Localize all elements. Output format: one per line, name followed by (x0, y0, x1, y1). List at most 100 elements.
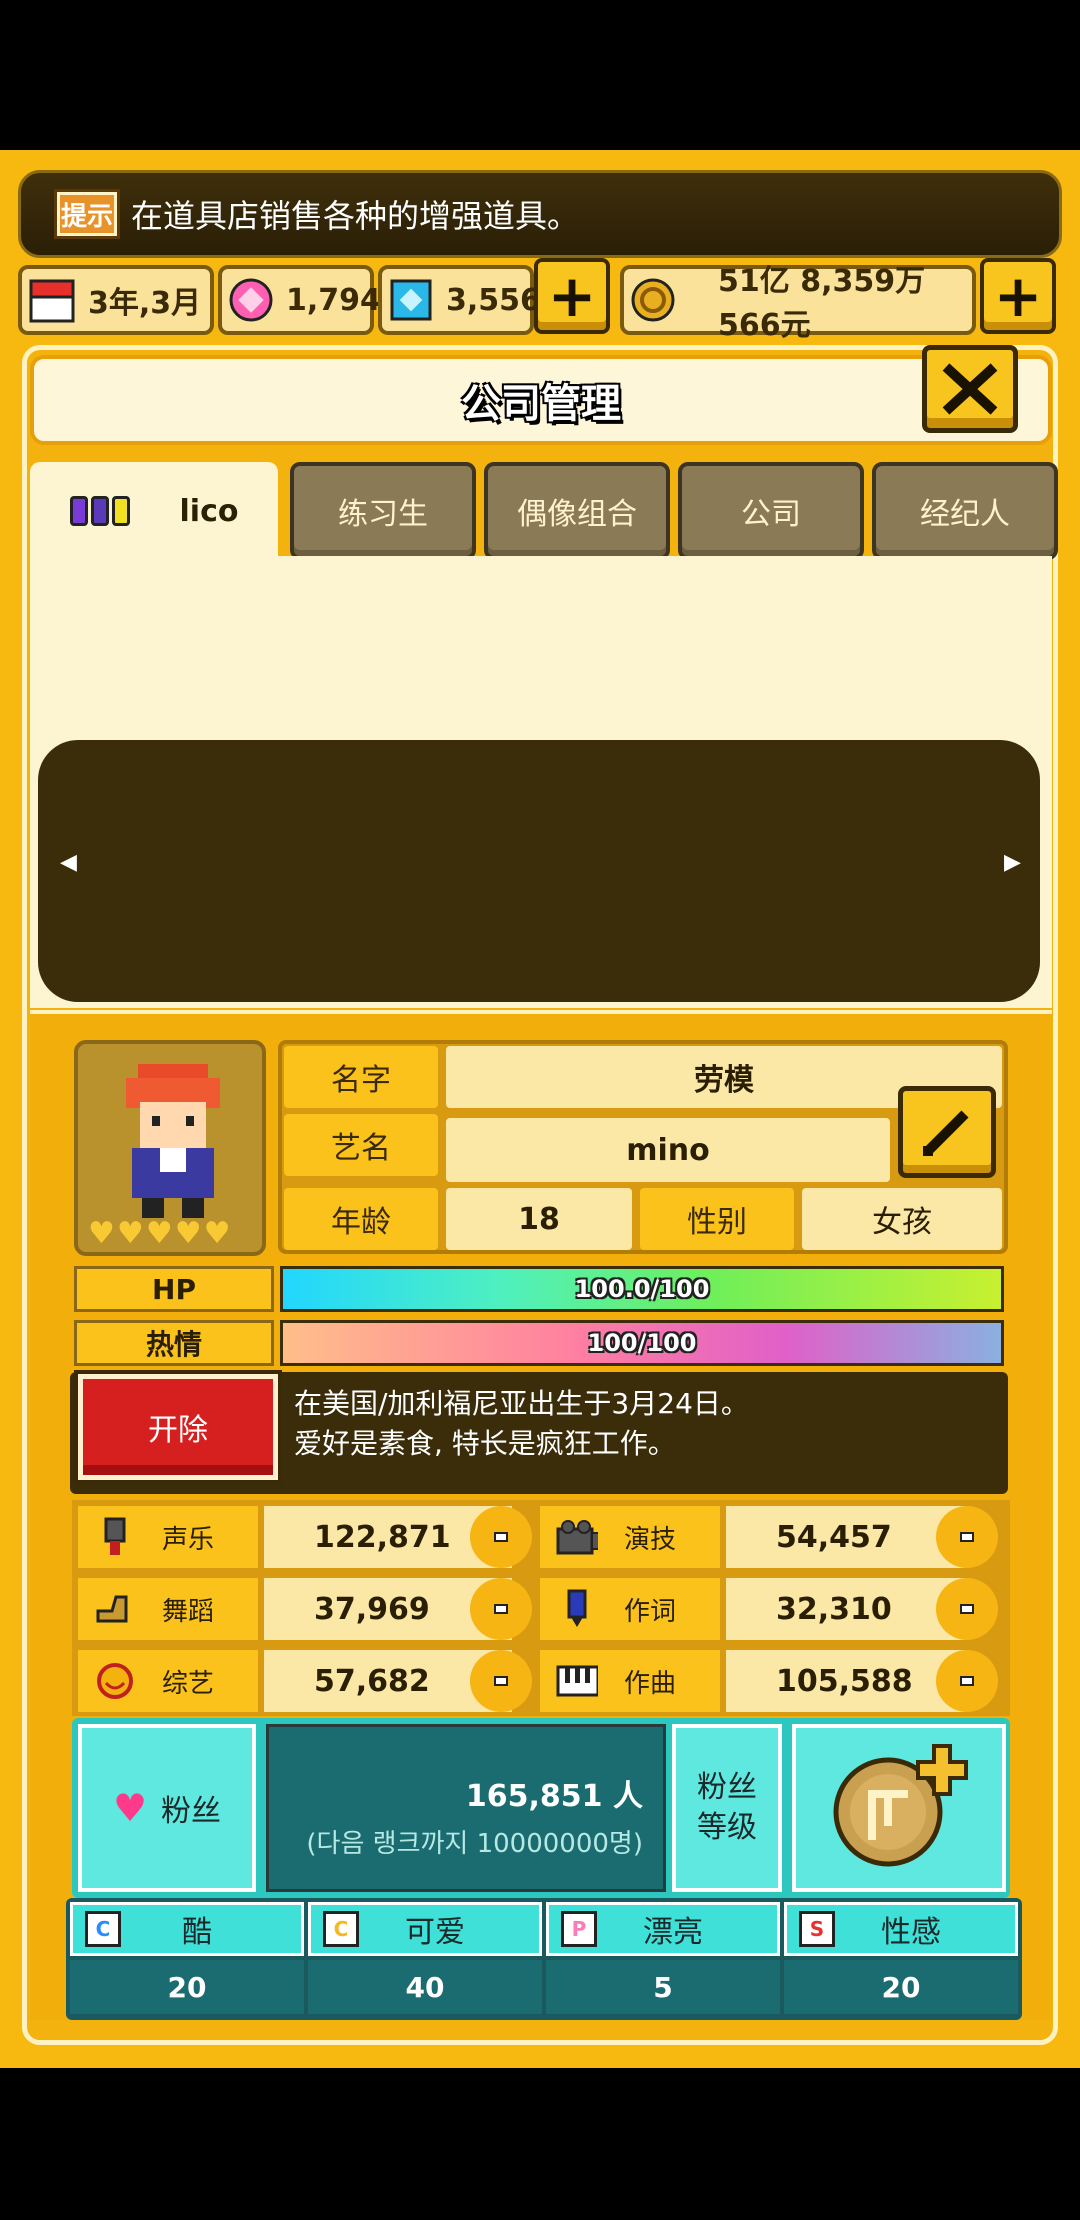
tab-idol-label: lico (179, 493, 239, 529)
shoe-icon (94, 1588, 136, 1630)
skill-lyrics-value: 32,310 (726, 1578, 966, 1640)
fans-label-box: ♥ 粉丝 (78, 1724, 256, 1892)
cool-icon: C (85, 1911, 121, 1947)
money-counter: 51亿 8,359万 566元 (620, 264, 976, 343)
edit-name-button[interactable] (898, 1086, 996, 1178)
skill-acting-button[interactable] (936, 1506, 998, 1568)
fan-rank-badge[interactable] (792, 1724, 1006, 1892)
heart-icon: ♥ (203, 1216, 231, 1251)
hp-text: 100.0/100 (574, 1275, 710, 1303)
smile-icon (94, 1660, 136, 1702)
style-pretty-label: P 漂亮 (546, 1902, 780, 1956)
bio-line-1: 在美国/加利福尼亚出生于3月24日。 (294, 1387, 749, 1420)
pretty-icon: P (561, 1911, 597, 1947)
skill-lyrics-label: 作词 (540, 1578, 720, 1640)
rank-coin-icon (833, 1744, 968, 1867)
gender-label: 性别 (640, 1188, 794, 1250)
cute-icon: C (323, 1911, 359, 1947)
close-button[interactable] (922, 345, 1018, 433)
fan-rank-label: 粉丝 等级 (672, 1724, 782, 1892)
style-cool-label: C 酷 (70, 1902, 304, 1956)
tab-company[interactable]: 公司 (678, 462, 864, 560)
style-cute-label: C 可爱 (308, 1902, 542, 1956)
heart-icon: ♥ (174, 1216, 202, 1251)
skill-dance-label: 舞蹈 (78, 1578, 258, 1640)
idol-list-area (38, 740, 1040, 1002)
scroll-right-icon[interactable]: ▶ (1004, 850, 1021, 875)
status-bar (0, 0, 1080, 150)
bio-text: 在美国/加利福尼亚出生于3月24日。 爱好是素食, 特长是疯狂工作。 (294, 1384, 994, 1464)
age-label: 年龄 (284, 1188, 438, 1250)
heart-icon: ♥ (145, 1216, 173, 1251)
sexy-icon: S (799, 1911, 835, 1947)
tab-manager-label: 经纪人 (920, 497, 1010, 532)
skill-composition-button[interactable] (936, 1650, 998, 1712)
fire-button[interactable]: 开除 (78, 1374, 278, 1480)
passion-bar: 100/100 (280, 1320, 1004, 1366)
panel-title-bar: 公司管理 (30, 355, 1052, 445)
skill-dance-button[interactable] (470, 1578, 532, 1640)
navigation-bar (0, 2068, 1080, 2220)
skill-variety-button[interactable] (470, 1650, 532, 1712)
tab-manager[interactable]: 经纪人 (872, 462, 1058, 560)
skill-vocal-button[interactable] (470, 1506, 532, 1568)
tab-company-label: 公司 (741, 497, 801, 532)
fans-next-rank: (다음 랭크까지 10000000명) (306, 1829, 643, 1859)
style-pretty-value: 5 (546, 1960, 780, 2014)
close-icon (942, 363, 998, 415)
coin-icon (630, 276, 676, 324)
tab-idol[interactable]: lico (30, 462, 278, 560)
scroll-left-icon[interactable]: ◀ (60, 850, 77, 875)
skill-composition-value: 105,588 (726, 1650, 966, 1712)
tab-idol-group[interactable]: 偶像组合 (484, 462, 670, 560)
gender-value: 女孩 (802, 1188, 1002, 1250)
passion-text: 100/100 (587, 1329, 697, 1357)
skill-variety-label: 综艺 (78, 1650, 258, 1712)
calendar-icon (28, 276, 76, 324)
tab-idol-group-label: 偶像组合 (517, 497, 637, 532)
buy-gems-button[interactable]: + (534, 258, 610, 334)
style-sexy-value: 20 (784, 1960, 1018, 2014)
hp-label: HP (74, 1266, 274, 1312)
hp-bar: 100.0/100 (280, 1266, 1004, 1312)
bio-line-2: 爱好是素食, 特长是疯狂工作。 (294, 1427, 676, 1460)
pink-gem-counter: 1,794 (218, 265, 381, 335)
skill-vocal-label: 声乐 (78, 1506, 258, 1568)
name-label: 名字 (284, 1046, 438, 1108)
pink-gem-count: 1,794 (286, 282, 381, 318)
fans-count: 165,851 人 (465, 1779, 643, 1814)
tip-text: 在道具店销售各种的增强道具。 (131, 197, 580, 235)
passion-label: 热情 (74, 1320, 274, 1366)
pen-icon (556, 1588, 598, 1630)
camera-icon (556, 1516, 598, 1558)
style-cute-value: 40 (308, 1960, 542, 2014)
panel-title: 公司管理 (461, 381, 621, 427)
money-text: 51亿 8,359万 566元 (718, 264, 926, 343)
tab-trainee-label: 练习生 (338, 497, 428, 532)
blue-gem-count: 3,556 (446, 282, 541, 318)
style-cool-value: 20 (70, 1960, 304, 2014)
group-badge-icon (69, 496, 130, 526)
skill-acting-value: 54,457 (726, 1506, 966, 1568)
skill-lyrics-button[interactable] (936, 1578, 998, 1640)
heart-icon: ♥ (116, 1216, 144, 1251)
buy-money-button[interactable]: + (980, 258, 1056, 334)
date-display: 3年,3月 (18, 265, 214, 335)
fans-label: 粉丝 (161, 1794, 222, 1829)
rating-hearts: ♥ ♥ ♥ ♥ ♥ (88, 1216, 231, 1251)
stage-name-value: mino (446, 1118, 890, 1182)
fans-count-box: 165,851 人 (다음 랭크까지 10000000명) (266, 1724, 666, 1892)
blue-gem-counter: 3,556 (378, 265, 541, 335)
pink-gem-icon (228, 276, 274, 324)
tip-banner: 提示 在道具店销售各种的增强道具。 (18, 170, 1062, 258)
microphone-icon (94, 1516, 136, 1558)
stage-name-label: 艺名 (284, 1114, 438, 1176)
blue-gem-icon (388, 276, 434, 324)
age-value: 18 (446, 1188, 632, 1250)
heart-icon: ♥ (88, 1216, 115, 1251)
piano-icon (556, 1660, 598, 1702)
tip-icon: 提示 (57, 192, 117, 236)
tab-trainee[interactable]: 练习生 (290, 462, 476, 560)
pencil-icon (923, 1110, 969, 1156)
style-sexy-label: S 性感 (784, 1902, 1018, 1956)
